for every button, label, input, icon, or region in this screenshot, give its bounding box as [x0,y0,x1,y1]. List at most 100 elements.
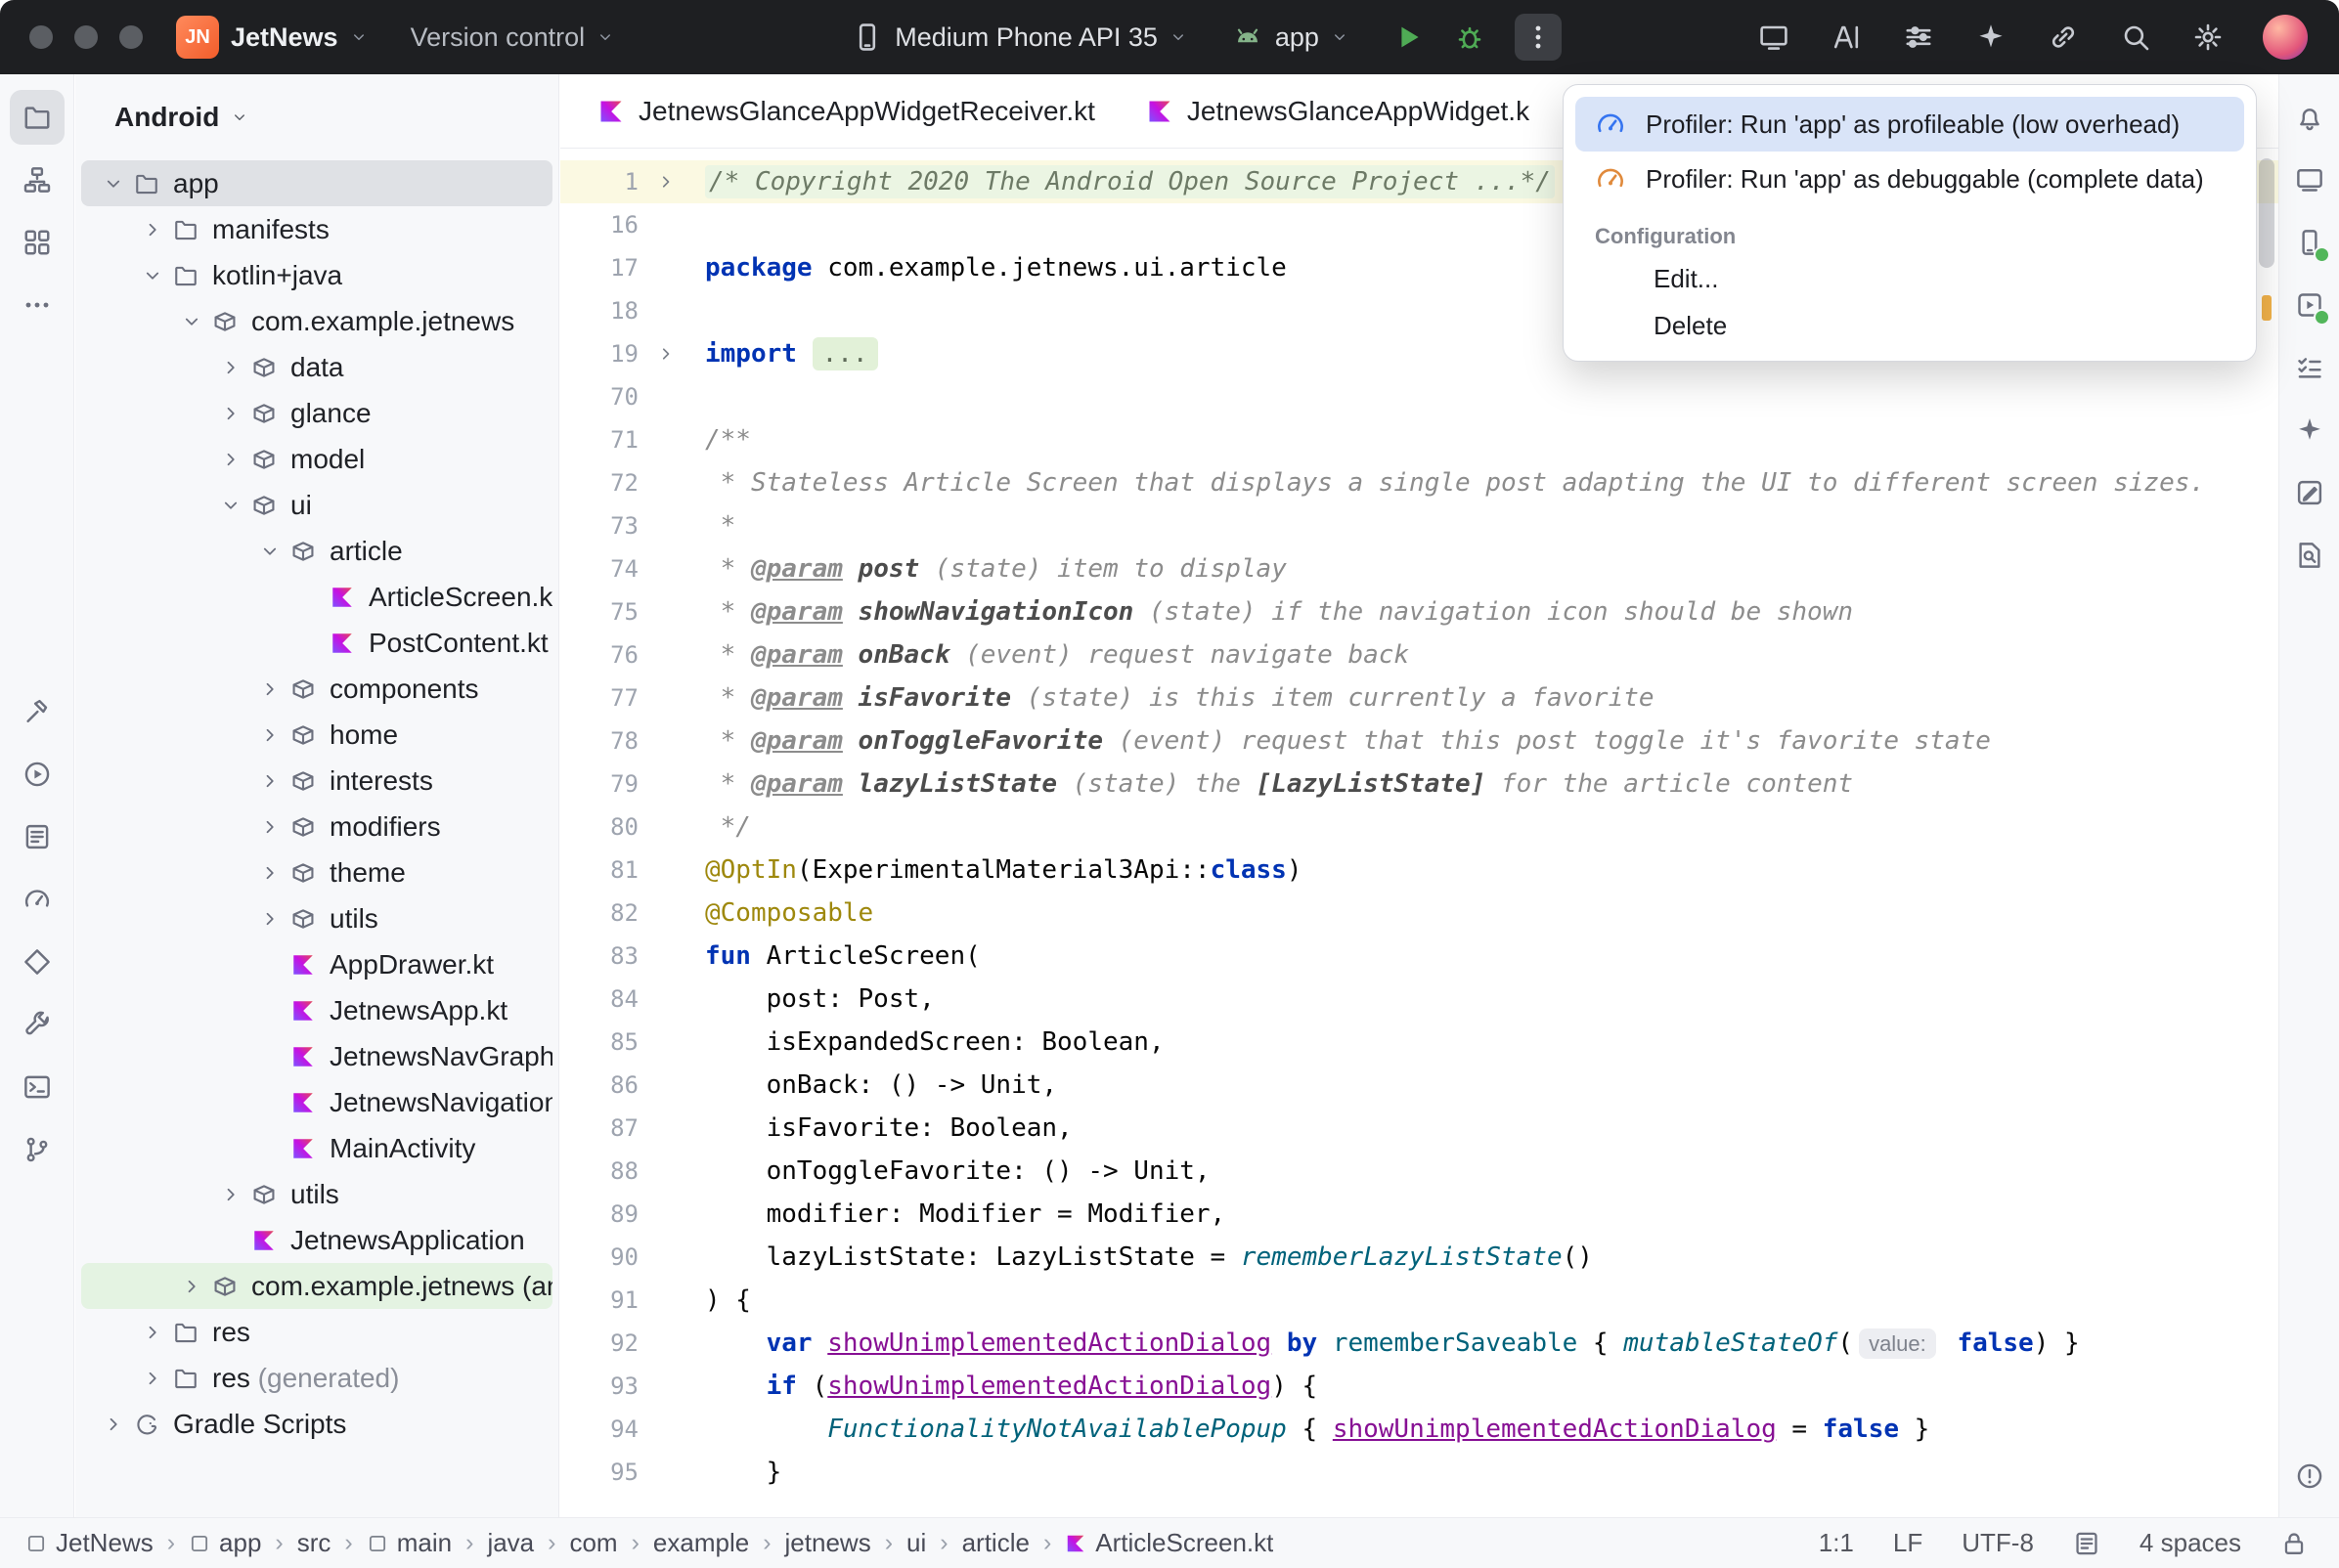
project-selector[interactable]: JN JetNews [176,16,368,59]
line-separator[interactable]: LF [1893,1528,1922,1558]
minimize-window-button[interactable] [74,25,98,49]
logcat-icon[interactable] [10,809,65,864]
tree-row[interactable]: res (generated) [81,1355,552,1401]
find-in-file-icon[interactable] [2282,528,2337,583]
caret-position[interactable]: 1:1 [1819,1528,1854,1558]
line-number[interactable]: 93 [560,1365,644,1408]
device-manager-icon[interactable] [2282,215,2337,270]
line-number[interactable]: 78 [560,719,644,762]
notifications-bell-icon[interactable] [2282,90,2337,145]
tree-row[interactable]: JetnewsNavGraph. [81,1033,552,1079]
more-tool-windows-icon[interactable] [10,278,65,332]
breadcrumb-item[interactable]: src [297,1528,331,1558]
chevron-right-icon[interactable] [253,719,287,752]
tree-row[interactable]: AppDrawer.kt [81,941,552,987]
reader-mode-icon[interactable] [2073,1530,2100,1557]
run-button[interactable] [1393,22,1425,53]
line-number[interactable]: 18 [560,289,644,332]
line-number[interactable]: 77 [560,676,644,719]
line-number[interactable]: 83 [560,935,644,978]
popup-menu-item[interactable]: Profiler: Run 'app' as debuggable (compl… [1575,152,2244,206]
chevron-right-icon[interactable] [214,351,247,384]
file-encoding[interactable]: UTF-8 [1962,1528,2034,1558]
tree-row[interactable]: ui [81,482,552,528]
tree-row[interactable]: Gradle Scripts [81,1401,552,1447]
version-control-branch-icon[interactable] [10,1122,65,1177]
tree-row[interactable]: JetnewsApplication [81,1217,552,1263]
chevron-right-icon[interactable] [214,443,247,476]
breadcrumb-item[interactable]: ui [906,1528,926,1558]
chevron-down-icon[interactable] [97,167,130,200]
ai-assistant-sparkle-icon[interactable] [1973,20,2008,55]
editor-tab[interactable]: JetnewsGlanceAppWidgetReceiver.kt [572,74,1121,148]
tree-row[interactable]: data [81,344,552,390]
resource-manager-icon[interactable] [10,215,65,270]
breadcrumb-item[interactable]: ArticleScreen.kt [1065,1528,1273,1558]
terminal-icon[interactable] [10,1060,65,1114]
chevron-right-icon[interactable] [97,1408,130,1441]
breadcrumb-item[interactable]: com [569,1528,617,1558]
line-number[interactable]: 73 [560,504,644,547]
chevron-right-icon[interactable] [253,902,287,936]
tree-row[interactable]: com.example.jetnews [81,298,552,344]
build-icon[interactable] [10,684,65,739]
code-with-me-icon[interactable] [1829,20,1864,55]
line-number[interactable]: 16 [560,203,644,246]
line-number[interactable]: 95 [560,1451,644,1494]
line-number[interactable]: 75 [560,590,644,633]
chevron-right-icon[interactable] [214,1178,247,1211]
tree-row[interactable]: glance [81,390,552,436]
line-number[interactable]: 80 [560,806,644,849]
fold-marker-icon[interactable] [644,160,687,203]
tree-row[interactable]: home [81,712,552,758]
line-number[interactable]: 91 [560,1279,644,1322]
line-number[interactable]: 70 [560,375,644,418]
chevron-right-icon[interactable] [136,1316,169,1349]
project-tool-icon[interactable] [10,90,65,145]
chevron-right-icon[interactable] [253,856,287,890]
run-configuration-selector[interactable]: app [1232,22,1348,53]
chevron-down-icon[interactable] [175,305,208,338]
device-mirroring-icon[interactable] [2282,152,2337,207]
chevron-right-icon[interactable] [253,673,287,706]
more-run-options-button[interactable] [1515,14,1562,61]
tree-row[interactable]: utils [81,895,552,941]
fold-marker-icon[interactable] [644,332,687,375]
line-number[interactable]: 90 [560,1236,644,1279]
line-number[interactable]: 86 [560,1064,644,1107]
device-selector[interactable]: Medium Phone API 35 [852,22,1187,53]
layout-inspector-icon[interactable] [2282,465,2337,520]
breadcrumb-item[interactable]: example [653,1528,749,1558]
chevron-right-icon[interactable] [136,1362,169,1395]
popup-menu-item[interactable]: Delete [1575,302,2244,349]
running-devices-icon[interactable] [2282,278,2337,332]
line-number[interactable]: 71 [560,418,644,461]
tree-row[interactable]: app [81,160,552,206]
line-number[interactable]: 84 [560,978,644,1021]
device-streaming-icon[interactable] [1756,20,1791,55]
popup-menu-item[interactable]: Edit... [1575,255,2244,302]
breadcrumb-item[interactable]: article [962,1528,1030,1558]
chevron-down-icon[interactable] [253,535,287,568]
tree-row[interactable]: interests [81,758,552,804]
chevron-right-icon[interactable] [253,764,287,798]
chevron-down-icon[interactable] [214,489,247,522]
tree-row[interactable]: com.example.jetnews (an [81,1263,552,1309]
settings-sliders-icon[interactable] [1901,20,1936,55]
breadcrumb-item[interactable]: main [367,1528,452,1558]
todo-checklist-icon[interactable] [2282,340,2337,395]
tree-row[interactable]: modifiers [81,804,552,849]
tree-row[interactable]: model [81,436,552,482]
line-number[interactable]: 82 [560,892,644,935]
zoom-window-button[interactable] [119,25,143,49]
chevron-right-icon[interactable] [253,810,287,844]
chevron-down-icon[interactable] [136,259,169,292]
settings-gear-icon[interactable] [2190,20,2226,55]
line-number[interactable]: 72 [560,461,644,504]
close-window-button[interactable] [29,25,53,49]
run-tool-icon[interactable] [10,747,65,802]
tree-row[interactable]: kotlin+java [81,252,552,298]
chevron-right-icon[interactable] [136,213,169,246]
user-avatar[interactable] [2263,15,2308,60]
tree-row[interactable]: ArticleScreen.kt [81,574,552,620]
